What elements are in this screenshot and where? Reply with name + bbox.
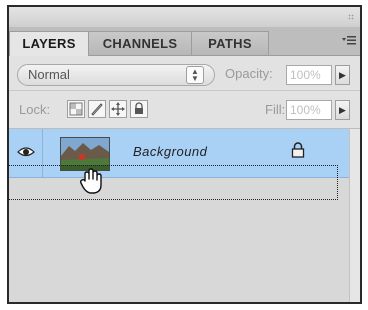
fill-input[interactable]: 100% [286, 100, 332, 120]
tab-channels[interactable]: CHANNELS [88, 31, 192, 55]
panel-menu-icon[interactable] [342, 35, 356, 47]
eye-icon [17, 147, 35, 157]
opacity-slider-arrow-icon[interactable]: ▶ [335, 65, 350, 85]
lock-all-icon[interactable] [130, 100, 148, 118]
opacity-label: Opacity: [225, 66, 273, 81]
panel-tab-bar: LAYERS CHANNELS PATHS [9, 27, 360, 56]
select-arrows-icon: ▲ ▼ [186, 66, 204, 84]
tab-paths[interactable]: PATHS [191, 31, 269, 55]
layers-panel: LAYERS CHANNELS PATHS Normal ▲ ▼ Opacity:… [7, 5, 362, 304]
layer-drag-outline [8, 165, 338, 200]
blend-mode-select[interactable]: Normal ▲ ▼ [17, 64, 215, 86]
lock-label: Lock: [19, 102, 51, 117]
hand-grab-icon [79, 168, 102, 194]
lock-image-icon[interactable] [88, 100, 106, 118]
lock-options-row: Lock: Fill: 100% ▶ [9, 91, 360, 129]
layer-lock-icon [291, 142, 305, 158]
layers-scrollbar[interactable] [349, 129, 360, 302]
blend-options-row: Normal ▲ ▼ Opacity: 100% ▶ [9, 56, 360, 91]
fill-label: Fill: [265, 102, 286, 117]
layer-name-label[interactable]: Background [133, 144, 207, 159]
blend-mode-value: Normal [28, 67, 70, 82]
tab-layers[interactable]: LAYERS [9, 31, 89, 56]
lock-transparent-icon[interactable] [67, 100, 85, 118]
lock-position-icon[interactable] [109, 100, 127, 118]
resize-grip-icon[interactable] [348, 14, 354, 20]
layers-list: Background [9, 129, 349, 302]
fill-slider-arrow-icon[interactable]: ▶ [335, 100, 350, 120]
panel-title-bar[interactable] [9, 7, 360, 28]
opacity-input[interactable]: 100% [286, 65, 332, 85]
